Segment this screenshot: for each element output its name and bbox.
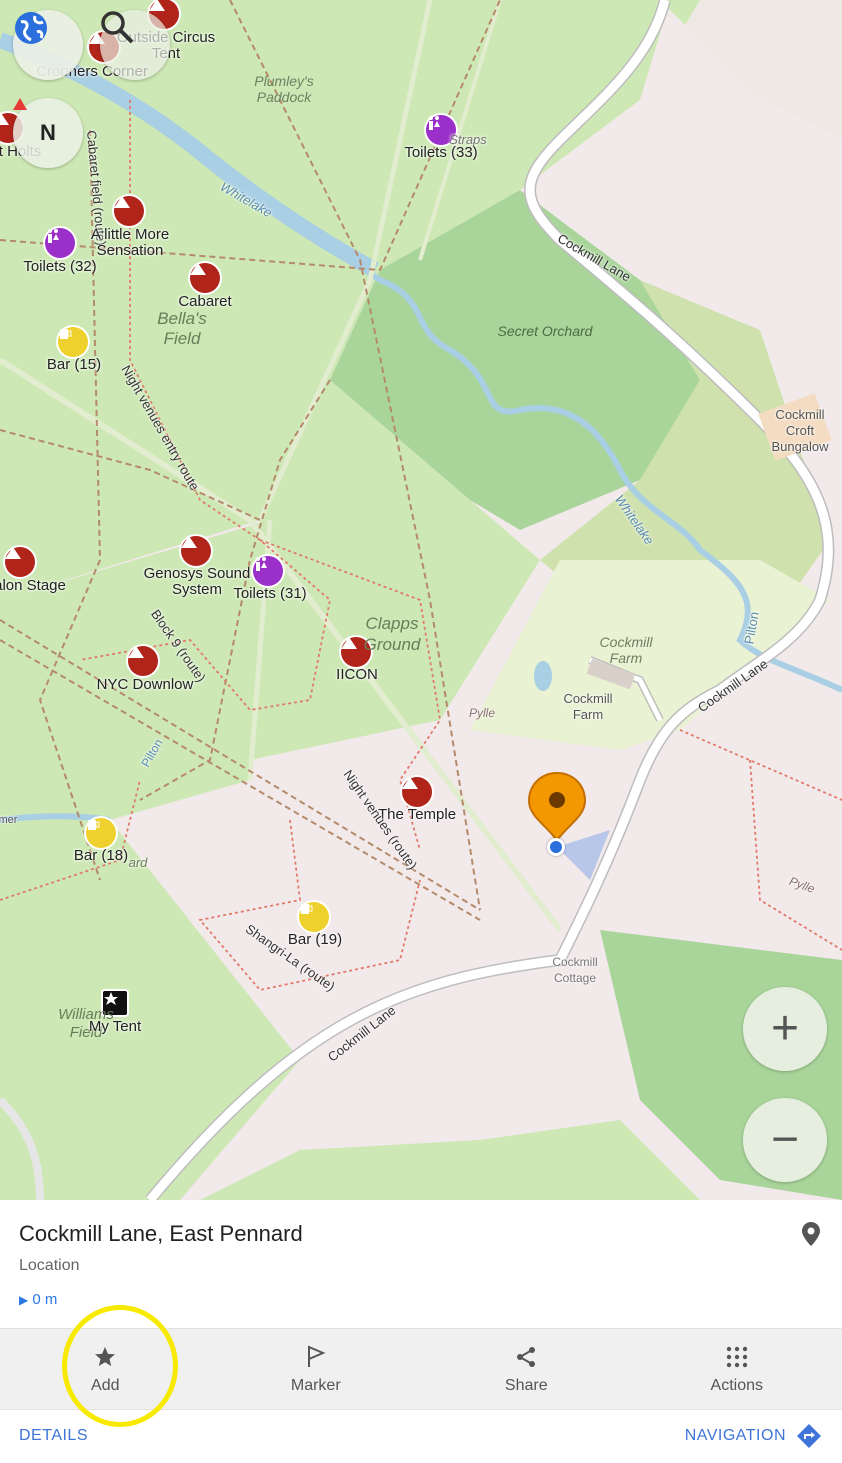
stage-icon[interactable]	[181, 536, 211, 566]
label-ard: ard	[128, 855, 148, 870]
toilets-icon[interactable]	[253, 556, 283, 586]
direction-arrow-icon: ▶	[19, 1293, 29, 1307]
label-cabaret: Cabaret	[178, 293, 232, 310]
map-style-button[interactable]	[13, 10, 83, 80]
bar-icon[interactable]	[58, 327, 88, 357]
label-bellas-field: Bella's Field	[157, 309, 207, 348]
flag-icon	[307, 1345, 326, 1367]
stage-icon[interactable]	[402, 777, 432, 807]
add-button[interactable]: Add	[0, 1329, 211, 1409]
navigation-button[interactable]: NAVIGATION	[685, 1423, 822, 1449]
label-clapps-ground: Clapps Ground	[363, 614, 421, 654]
stage-icon[interactable]	[114, 196, 144, 226]
distance: ▶ 0 m	[19, 1291, 57, 1308]
details-link[interactable]: DETAILS	[19, 1427, 88, 1445]
add-label: Add	[91, 1377, 120, 1394]
label-cockmill-cottage: Cockmill Cottage	[552, 955, 598, 985]
location-subtitle: Location	[19, 1257, 80, 1274]
label-bar-19: Bar (19)	[287, 931, 343, 948]
plus-icon: +	[770, 1002, 800, 1055]
label-secret-orchard: Secret Orchard	[497, 323, 593, 339]
action-bar: Add Marker Share Actions	[0, 1328, 842, 1410]
label-my-tent: My Tent	[88, 1018, 142, 1035]
label-cockmill-croft-bungalow: Cockmill Croft Bungalow	[771, 407, 829, 454]
label-alon-stage: alon Stage	[0, 577, 66, 594]
search-button[interactable]	[100, 10, 170, 80]
label-toilets-32: Toilets (32)	[23, 258, 97, 275]
globe-icon	[15, 12, 47, 44]
bar-icon[interactable]	[299, 902, 329, 932]
stage-icon[interactable]	[5, 547, 35, 577]
toilets-icon[interactable]	[45, 228, 75, 258]
actions-label: Actions	[710, 1377, 763, 1394]
label-icon: IICON	[336, 666, 378, 683]
label-toilets-31: Toilets (31)	[233, 585, 307, 602]
marker-button[interactable]: Marker	[211, 1329, 422, 1409]
stage-icon[interactable]	[190, 263, 220, 293]
map-pin-icon[interactable]	[802, 1222, 820, 1251]
compass-needle-icon	[13, 98, 27, 110]
compass-button[interactable]: N	[13, 98, 83, 168]
label-cockmill-farm-italic: Cockmill Farm	[599, 634, 653, 666]
share-label: Share	[504, 1377, 548, 1394]
label-bar-18: Bar (18)	[73, 847, 129, 864]
actions-button[interactable]: Actions	[632, 1329, 842, 1409]
label-mer: mer	[0, 814, 18, 826]
location-title: Cockmill Lane, East Pennard	[19, 1221, 303, 1246]
current-position-dot	[547, 838, 565, 856]
zoom-in-button[interactable]: +	[743, 987, 827, 1071]
share-button[interactable]: Share	[421, 1329, 632, 1409]
navigation-diamond-icon	[797, 1423, 821, 1448]
compass-letter: N	[40, 120, 56, 145]
location-pin-icon[interactable]	[527, 771, 587, 847]
distance-value: 0 m	[32, 1291, 58, 1308]
label-nyc-downlow: NYC Downlow	[96, 676, 194, 693]
label-a-little-more-sensation: A little More Sensation	[90, 226, 170, 259]
search-icon	[101, 11, 134, 44]
marker-label: Marker	[290, 1377, 341, 1394]
label-toilets-33: Toilets (33)	[404, 144, 478, 161]
minus-icon: −	[770, 1113, 800, 1166]
map-view[interactable]: Outside Circus Tent Crooners Corner Plum…	[0, 0, 842, 1200]
location-panel: Cockmill Lane, East Pennard Location ▶ 0…	[0, 1200, 842, 1463]
label-plumleys-paddock: Plumley's Paddock	[254, 73, 314, 105]
label-pylle: Pylle	[468, 706, 496, 720]
grid-dots-icon	[726, 1346, 747, 1368]
zoom-out-button[interactable]: −	[743, 1098, 827, 1182]
share-icon	[517, 1347, 536, 1367]
bottom-bar: DETAILS NAVIGATION	[0, 1408, 842, 1463]
navigation-label: NAVIGATION	[684, 1426, 786, 1444]
label-bar-15: Bar (15)	[46, 356, 102, 373]
star-icon	[95, 1347, 116, 1366]
stage-icon[interactable]	[128, 646, 158, 676]
bar-icon[interactable]	[86, 818, 116, 848]
label-cockmill-farm: Cockmill Farm	[563, 691, 613, 722]
